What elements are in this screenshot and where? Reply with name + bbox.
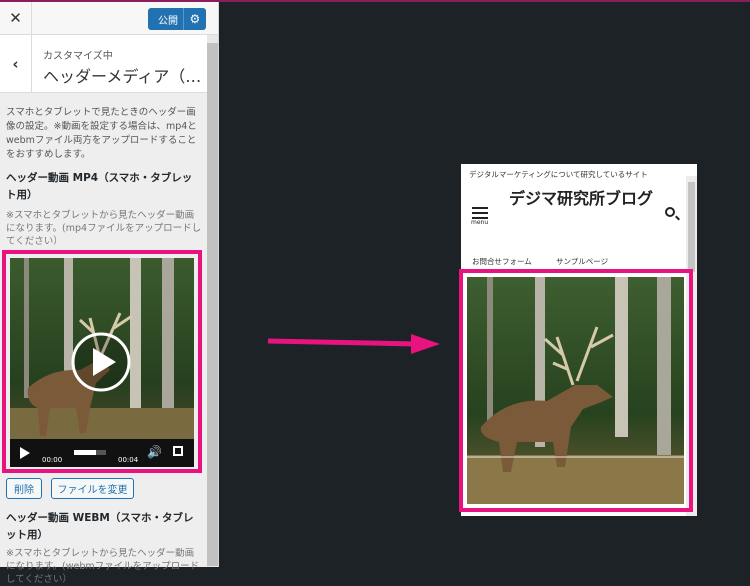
breadcrumb: カスタマイズ中 xyxy=(43,51,113,62)
scrollbar-thumb[interactable] xyxy=(207,43,218,566)
pointer-arrow xyxy=(267,334,440,354)
gear-icon[interactable]: ⚙ xyxy=(184,12,206,26)
section-header: ‹ カスタマイズ中 ヘッダーメディア（… xyxy=(0,35,208,93)
section-description: スマホとタブレットで見たときのヘッダー画像の設定。※動画を設定する場合は、mp4… xyxy=(6,107,197,160)
menu-label[interactable]: menu xyxy=(471,219,488,226)
preview-highlight-frame xyxy=(459,269,693,512)
search-icon[interactable] xyxy=(665,207,675,217)
site-title[interactable]: デジマ研究所ブログ xyxy=(506,186,656,212)
close-icon[interactable]: ✕ xyxy=(0,2,32,34)
mp4-field-label: ヘッダー動画 MP4（スマホ・タブレット用） xyxy=(6,172,193,201)
back-chevron-icon[interactable]: ‹ xyxy=(0,35,32,92)
webm-field-label: ヘッダー動画 WEBM（スマホ・タブレット用） xyxy=(6,512,194,541)
customizer-header: ✕ 公開 ⚙ xyxy=(0,2,218,35)
nav-item-sample[interactable]: サンプルページ xyxy=(556,256,608,267)
panel-scrollbar[interactable] xyxy=(207,35,218,567)
mp4-field-note: ※スマホとタブレットから見たヘッダー動画になります。(mp4ファイルをアップロー… xyxy=(6,210,202,247)
preview-scrollbar-thumb[interactable] xyxy=(688,182,695,272)
video-highlight-frame xyxy=(2,250,202,473)
publish-label[interactable]: 公開 xyxy=(148,12,183,27)
remove-button[interactable]: 削除 xyxy=(6,478,42,499)
nav-item-contact[interactable]: お問合せフォーム xyxy=(472,256,532,267)
site-tagline: デジタルマーケティングについて研究しているサイト xyxy=(469,170,648,179)
section-title: ヘッダーメディア（… xyxy=(43,67,202,86)
change-file-button[interactable]: ファイルを変更 xyxy=(51,478,134,499)
publish-button[interactable]: 公開 ⚙ xyxy=(148,8,206,30)
